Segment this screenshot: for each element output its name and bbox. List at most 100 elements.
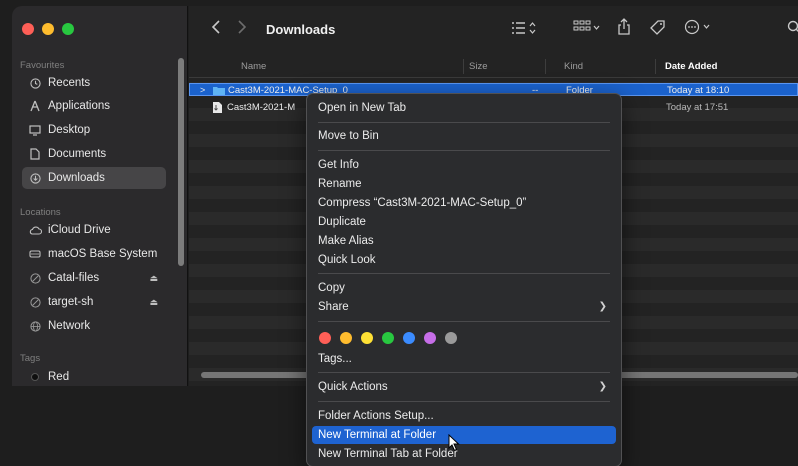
more-actions-icon[interactable] [684, 19, 716, 39]
menu-separator [318, 401, 610, 402]
chevron-right-icon: ❯ [598, 301, 607, 312]
column-divider[interactable] [655, 59, 656, 74]
sidebar-item-recents[interactable]: Recents [22, 72, 166, 94]
search-icon[interactable] [787, 20, 798, 38]
window-title: Downloads [266, 22, 336, 37]
menu-item-duplicate[interactable]: Duplicate [312, 213, 616, 231]
file-date: Today at 18:10 [667, 85, 730, 96]
network-disk-icon [28, 295, 42, 309]
sidebar-item-target-sh[interactable]: target-sh ⏏ [22, 291, 166, 313]
tag-color-picker [319, 332, 457, 344]
close-button[interactable] [22, 23, 34, 35]
menu-item-move-to-bin[interactable]: Move to Bin [312, 127, 616, 145]
minimize-button[interactable] [42, 23, 54, 35]
group-icon[interactable] [573, 20, 601, 40]
sidebar-item-downloads[interactable]: Downloads [22, 167, 166, 189]
menu-separator [318, 273, 610, 274]
sidebar-section-favourites: Favourites [20, 60, 65, 71]
back-icon[interactable] [211, 19, 221, 39]
tag-red-dot[interactable] [319, 332, 331, 344]
menu-separator [318, 372, 610, 373]
globe-icon [28, 319, 42, 333]
sidebar-item-catal-files[interactable]: Catal-files ⏏ [22, 267, 166, 289]
menu-item-label: Share [318, 301, 349, 313]
menu-item-rename[interactable]: Rename [312, 175, 616, 193]
menu-item-share[interactable]: Share ❯ [312, 298, 616, 316]
sidebar-section-locations: Locations [20, 207, 61, 218]
sidebar-item-macos-base-system[interactable]: macOS Base System [22, 243, 166, 265]
download-icon [28, 171, 42, 185]
sidebar-item-network[interactable]: Network [22, 315, 166, 337]
tag-dot-icon [31, 373, 39, 381]
document-icon [28, 147, 42, 161]
tag-blue-dot[interactable] [403, 332, 415, 344]
sidebar-item-icloud-drive[interactable]: iCloud Drive [22, 219, 166, 241]
applications-icon [28, 99, 42, 113]
column-size[interactable]: Size [469, 61, 487, 72]
sidebar-item-label: Network [48, 320, 91, 332]
column-header: Name Size Kind Date Added [189, 56, 798, 78]
column-kind[interactable]: Kind [564, 61, 583, 72]
eject-icon[interactable]: ⏏ [149, 297, 158, 308]
column-date-added[interactable]: Date Added [665, 61, 717, 72]
column-name[interactable]: Name [241, 61, 266, 72]
desktop-icon [28, 123, 42, 137]
file-date: Today at 17:51 [666, 102, 729, 113]
mouse-pointer-icon [448, 433, 460, 457]
sidebar-item-desktop[interactable]: Desktop [22, 119, 166, 141]
sidebar-item-label: Downloads [48, 172, 105, 184]
tag-yellow-dot[interactable] [361, 332, 373, 344]
menu-item-new-terminal-at-folder[interactable]: New Terminal at Folder [312, 426, 616, 444]
document-icon [213, 102, 222, 117]
menu-item-open-new-tab[interactable]: Open in New Tab [312, 99, 616, 117]
menu-item-get-info[interactable]: Get Info [312, 156, 616, 174]
forward-icon[interactable] [237, 19, 247, 39]
network-disk-icon [28, 271, 42, 285]
menu-item-tags[interactable]: Tags... [312, 350, 616, 368]
cloud-icon [28, 223, 42, 237]
clock-icon [28, 76, 42, 90]
sidebar-item-tag-red[interactable]: Red [22, 366, 166, 386]
tag-purple-dot[interactable] [424, 332, 436, 344]
menu-item-compress[interactable]: Compress “Cast3M-2021-MAC-Setup_0” [312, 194, 616, 212]
menu-item-make-alias[interactable]: Make Alias [312, 232, 616, 250]
sidebar-item-label: Desktop [48, 124, 91, 136]
sidebar-section-tags: Tags [20, 353, 41, 364]
menu-item-copy[interactable]: Copy [312, 279, 616, 297]
sidebar-item-label: Documents [48, 148, 107, 160]
sidebar-item-label: Recents [48, 77, 91, 89]
menu-item-new-terminal-tab-at-folder[interactable]: New Terminal Tab at Folder [312, 445, 616, 463]
share-icon[interactable] [617, 18, 631, 40]
disk-icon [28, 247, 42, 261]
traffic-lights [22, 23, 74, 35]
folder-icon [213, 86, 225, 99]
file-name: Cast3M-2021-M [227, 102, 296, 113]
sidebar-item-applications[interactable]: Applications [22, 95, 166, 117]
menu-separator [318, 321, 610, 322]
menu-item-label: Quick Actions [318, 381, 388, 393]
list-view-icon[interactable] [511, 21, 537, 39]
maximize-button[interactable] [62, 23, 74, 35]
context-menu: Open in New Tab Move to Bin Get Info Ren… [306, 93, 622, 466]
sidebar-item-label: target-sh [48, 296, 94, 308]
disclosure-triangle-icon[interactable]: > [200, 84, 205, 97]
menu-item-quick-look[interactable]: Quick Look [312, 251, 616, 269]
sidebar-item-label: iCloud Drive [48, 224, 111, 236]
eject-icon[interactable]: ⏏ [149, 273, 158, 284]
sidebar-item-documents[interactable]: Documents [22, 143, 166, 165]
sidebar-item-label: Catal-files [48, 272, 100, 284]
tag-icon[interactable] [649, 19, 667, 39]
sidebar-item-label: Applications [48, 100, 111, 112]
sidebar-scrollbar[interactable] [178, 58, 184, 266]
menu-item-folder-actions-setup[interactable]: Folder Actions Setup... [312, 407, 616, 425]
tag-orange-dot[interactable] [340, 332, 352, 344]
menu-item-quick-actions[interactable]: Quick Actions ❯ [312, 378, 616, 396]
menu-separator [318, 122, 610, 123]
sidebar: Favourites Recents Applications Desktop … [12, 6, 188, 386]
column-divider[interactable] [545, 59, 546, 74]
sidebar-item-label: Red [48, 371, 70, 383]
chevron-right-icon: ❯ [598, 381, 607, 392]
tag-grey-dot[interactable] [445, 332, 457, 344]
tag-green-dot[interactable] [382, 332, 394, 344]
column-divider[interactable] [463, 59, 464, 74]
